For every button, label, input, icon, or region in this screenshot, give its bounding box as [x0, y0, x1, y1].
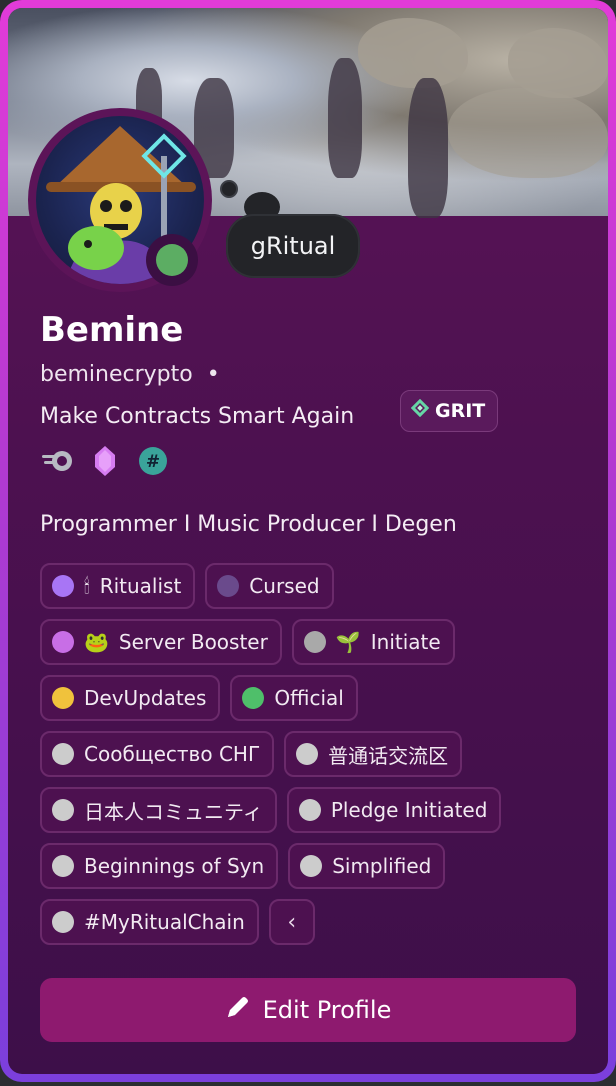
role-color-dot: [298, 799, 321, 821]
online-status-indicator: [146, 234, 198, 286]
role-emoji-icon: 🌱: [335, 630, 361, 654]
role-chip[interactable]: Сообщество СНГ: [40, 731, 275, 777]
custom-status: Make Contracts Smart Again: [40, 404, 355, 429]
role-label: 普通话交流区: [328, 743, 449, 768]
username-separator: •: [206, 362, 220, 387]
badge-row: #: [40, 444, 170, 478]
role-chip[interactable]: Cursed: [205, 563, 334, 609]
grit-diamond-icon: [410, 391, 430, 431]
username-row: beminecrypto •: [40, 362, 220, 387]
role-label: Official: [274, 686, 344, 710]
role-color-dot: [296, 743, 319, 765]
role-label: Initiate: [370, 630, 441, 654]
hashtag-badge-icon[interactable]: #: [136, 444, 170, 478]
bio-text: Programmer I Music Producer I Degen: [40, 512, 457, 537]
role-chip[interactable]: Official: [230, 675, 358, 721]
role-emoji-icon: 🕯: [84, 574, 90, 598]
guild-tag[interactable]: GRIT: [400, 390, 499, 432]
role-color-dot: [303, 631, 326, 653]
role-label: Ritualist: [99, 574, 182, 598]
role-label: Beginnings of Syn: [84, 854, 265, 878]
role-label: DevUpdates: [84, 686, 207, 710]
crystal-badge-icon[interactable]: [88, 444, 122, 478]
pencil-icon: [225, 994, 251, 1026]
profile-card: gRitual Bemine beminecrypto • Make Contra…: [0, 0, 616, 1082]
display-name: Bemine: [40, 310, 184, 350]
role-label: 日本人コミュニティ: [84, 799, 263, 824]
thought-bubble[interactable]: gRitual: [226, 214, 360, 278]
role-chip[interactable]: Simplified: [288, 843, 446, 889]
role-color-dot: [217, 575, 240, 597]
role-label: Сообщество СНГ: [84, 742, 261, 766]
role-chip[interactable]: DevUpdates: [40, 675, 221, 721]
role-chip[interactable]: 🐸 Server Booster: [40, 619, 282, 665]
role-label: Cursed: [249, 574, 320, 598]
profile-card-body: gRitual Bemine beminecrypto • Make Contra…: [8, 8, 608, 1074]
edit-profile-button[interactable]: Edit Profile: [40, 978, 576, 1042]
roles-list: 🕯 Ritualist Cursed 🐸 Server Booster 🌱 Initiate…: [40, 563, 576, 945]
role-color-dot: [52, 575, 74, 597]
role-label: Server Booster: [118, 630, 268, 654]
status-dot: [156, 244, 188, 276]
role-color-dot: [52, 743, 74, 765]
collapse-roles-button[interactable]: ‹: [268, 899, 315, 945]
role-color-dot: [52, 855, 74, 877]
svg-text:#: #: [146, 452, 160, 472]
role-chip[interactable]: #MyRitualChain: [40, 899, 259, 945]
role-chip[interactable]: Pledge Initiated: [286, 787, 502, 833]
role-emoji-icon: 🐸: [84, 630, 109, 654]
role-chip[interactable]: 🕯 Ritualist: [40, 563, 196, 609]
role-chip[interactable]: 日本人コミュニティ: [40, 787, 277, 833]
role-color-dot: [242, 687, 265, 709]
guild-tag-label: GRIT: [435, 400, 486, 422]
role-chip[interactable]: 普通话交流区: [284, 731, 463, 777]
role-color-dot: [52, 911, 74, 933]
role-label: Simplified: [332, 854, 432, 878]
role-color-dot: [52, 799, 74, 821]
role-color-dot: [52, 631, 74, 653]
edit-profile-label: Edit Profile: [262, 996, 392, 1024]
role-label: Pledge Initiated: [330, 798, 488, 822]
role-chip[interactable]: 🌱 Initiate: [291, 619, 455, 665]
role-label: #MyRitualChain: [84, 910, 245, 934]
username[interactable]: beminecrypto: [40, 362, 193, 387]
thought-bubble-dot-small: [220, 180, 238, 198]
role-color-dot: [52, 687, 74, 709]
role-chip[interactable]: Beginnings of Syn: [40, 843, 279, 889]
speed-badge-icon[interactable]: [40, 444, 74, 478]
role-color-dot: [300, 855, 323, 877]
